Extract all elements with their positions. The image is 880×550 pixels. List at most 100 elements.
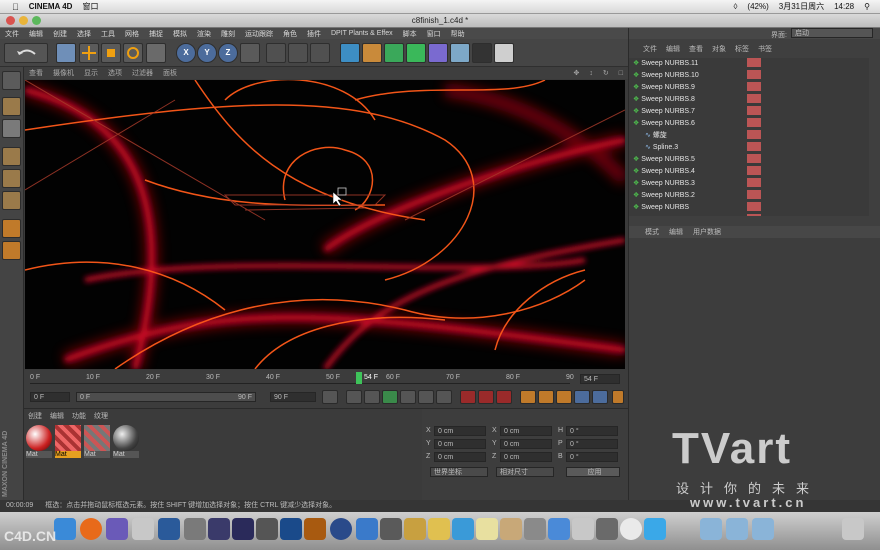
- app-icon[interactable]: [524, 518, 546, 540]
- apply-button[interactable]: 应用: [566, 467, 620, 477]
- menu-select[interactable]: 选择: [77, 29, 91, 39]
- app-icon[interactable]: [380, 518, 402, 540]
- step-back-icon[interactable]: [364, 390, 380, 404]
- folder-icon[interactable]: [726, 518, 748, 540]
- render-settings-icon[interactable]: [310, 43, 330, 63]
- firefox-icon[interactable]: [80, 518, 102, 540]
- autokey-icon[interactable]: [478, 390, 494, 404]
- menu-create[interactable]: 创建: [53, 29, 67, 39]
- apple-icon[interactable]: : [12, 2, 19, 12]
- vp-menu-panel[interactable]: 面板: [163, 68, 177, 78]
- menu-motion-tracking[interactable]: 运动跟踪: [245, 29, 273, 39]
- make-editable-icon[interactable]: [2, 71, 21, 90]
- coord-z-size[interactable]: 0 cm: [500, 452, 552, 462]
- menu-plugins[interactable]: 插件: [307, 29, 321, 39]
- polygon-mode-icon[interactable]: [2, 191, 21, 210]
- mat-menu-create[interactable]: 创建: [28, 411, 42, 421]
- search-icon[interactable]: ⚲: [864, 2, 870, 11]
- zoom-button[interactable]: [32, 16, 41, 25]
- spline-icon[interactable]: [362, 43, 382, 63]
- app-icon[interactable]: [356, 518, 378, 540]
- key-param-icon[interactable]: [574, 390, 590, 404]
- attr-menu-edit[interactable]: 编辑: [669, 227, 683, 237]
- scene-floor-icon[interactable]: [450, 43, 470, 63]
- coord-b-rotation[interactable]: 0 °: [566, 452, 618, 462]
- layout-dropdown[interactable]: 启动: [791, 28, 873, 38]
- wifi-icon[interactable]: ◊: [733, 2, 737, 11]
- select-tool-icon[interactable]: [56, 43, 76, 63]
- app-icon[interactable]: [158, 518, 180, 540]
- coord-z-position[interactable]: 0 cm: [434, 452, 486, 462]
- om-menu-object[interactable]: 对象: [712, 44, 726, 54]
- undo-icon[interactable]: [4, 43, 48, 63]
- om-menu-view[interactable]: 查看: [689, 44, 703, 54]
- app-icon[interactable]: [132, 518, 154, 540]
- key-pla-icon[interactable]: [592, 390, 608, 404]
- app-icon[interactable]: [256, 518, 278, 540]
- app-icon[interactable]: [184, 518, 206, 540]
- date-text[interactable]: 3月31日周六: [779, 1, 824, 12]
- material-swatch[interactable]: Mat: [113, 425, 139, 461]
- app-icon[interactable]: [428, 518, 450, 540]
- app-icon[interactable]: [404, 518, 426, 540]
- y-axis-lock-icon[interactable]: Y: [197, 43, 217, 63]
- menu-sculpt[interactable]: 雕刻: [221, 29, 235, 39]
- om-menu-file[interactable]: 文件: [643, 44, 657, 54]
- cube-object-icon[interactable]: [340, 43, 360, 63]
- app-icon[interactable]: [500, 518, 522, 540]
- vp-rotate-icon[interactable]: ↻: [603, 69, 609, 77]
- render-picture-viewer-icon[interactable]: [288, 43, 308, 63]
- menu-file[interactable]: 文件: [5, 29, 19, 39]
- app-icon[interactable]: [548, 518, 570, 540]
- array-icon[interactable]: [406, 43, 426, 63]
- cinema4d-icon[interactable]: [330, 518, 352, 540]
- menu-character[interactable]: 角色: [283, 29, 297, 39]
- edge-mode-icon[interactable]: [2, 169, 21, 188]
- material-swatch[interactable]: Mat: [84, 425, 110, 461]
- coord-x-size[interactable]: 0 cm: [500, 426, 552, 436]
- om-menu-edit[interactable]: 编辑: [666, 44, 680, 54]
- time-text[interactable]: 14:28: [834, 2, 854, 11]
- scale-tool-icon[interactable]: [101, 43, 121, 63]
- minimize-button[interactable]: [19, 16, 28, 25]
- attr-menu-userdata[interactable]: 用户数据: [693, 227, 721, 237]
- prev-key-icon[interactable]: [346, 390, 362, 404]
- menu-dpit[interactable]: DPIT Plants & Effex: [331, 30, 393, 37]
- menu-snap[interactable]: 捕捉: [149, 29, 163, 39]
- step-forward-icon[interactable]: [400, 390, 416, 404]
- menu-render[interactable]: 渲染: [197, 29, 211, 39]
- qq-icon[interactable]: [620, 518, 642, 540]
- menu-window[interactable]: 窗口: [427, 29, 441, 39]
- app-icon[interactable]: [208, 518, 230, 540]
- play-icon[interactable]: [382, 390, 398, 404]
- close-button[interactable]: [6, 16, 15, 25]
- menu-tools[interactable]: 工具: [101, 29, 115, 39]
- x-axis-lock-icon[interactable]: X: [176, 43, 196, 63]
- om-menu-bookmarks[interactable]: 书签: [758, 44, 772, 54]
- record-key-icon[interactable]: [460, 390, 476, 404]
- attr-menu-mode[interactable]: 模式: [645, 227, 659, 237]
- 3d-viewport[interactable]: [25, 80, 625, 369]
- key-position-icon[interactable]: [520, 390, 536, 404]
- finder-icon[interactable]: [54, 518, 76, 540]
- menu-script[interactable]: 脚本: [403, 29, 417, 39]
- coord-h-rotation[interactable]: 0 °: [566, 426, 618, 436]
- illustrator-icon[interactable]: [304, 518, 326, 540]
- point-mode-icon[interactable]: [2, 147, 21, 166]
- playhead[interactable]: [356, 372, 362, 384]
- mat-menu-function[interactable]: 功能: [72, 411, 86, 421]
- vp-maximize-icon[interactable]: □: [619, 70, 623, 77]
- app-icon[interactable]: [106, 518, 128, 540]
- axis-mode-icon[interactable]: [2, 219, 21, 238]
- key-scale-icon[interactable]: [538, 390, 554, 404]
- key-rotation-icon[interactable]: [556, 390, 572, 404]
- model-mode-icon[interactable]: [2, 97, 21, 116]
- om-menu-tags[interactable]: 标签: [735, 44, 749, 54]
- folder-icon[interactable]: [752, 518, 774, 540]
- menu-mesh[interactable]: 网格: [125, 29, 139, 39]
- app-icon[interactable]: [476, 518, 498, 540]
- battery-text[interactable]: (42%): [747, 2, 768, 11]
- move-tool-icon[interactable]: [79, 43, 99, 63]
- vp-menu-display[interactable]: 显示: [84, 68, 98, 78]
- coord-y-size[interactable]: 0 cm: [500, 439, 552, 449]
